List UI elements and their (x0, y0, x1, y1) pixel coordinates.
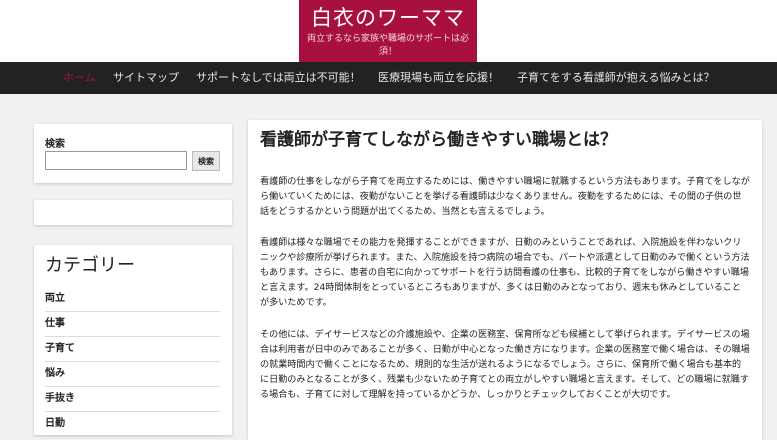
nav-item-home[interactable]: ホーム (63, 62, 96, 94)
article-paragraph: 看護師は様々な職場でその能力を発揮することができますが、日勤のみということであれ… (260, 238, 750, 308)
site-title[interactable]: 白衣のワーママ (299, 0, 477, 30)
category-widget-title: カテゴリー (45, 255, 135, 276)
category-widget: カテゴリー 両立 仕事 子育て 悩み 手抜き 日勤 (34, 245, 232, 437)
category-item[interactable]: 悩み (45, 362, 220, 387)
category-item[interactable]: 手抜き (45, 387, 220, 412)
article-paragraph: 看護師の仕事をしながら子育てを両立するためには、働きやすい職場に就職するという方… (260, 177, 750, 217)
nav-item-worries[interactable]: 子育てをする看護師が抱える悩みとは？ (517, 62, 714, 94)
article-title[interactable]: 看護師が子育てしながら働きやすい職場とは？ (260, 129, 617, 151)
nav-item-support[interactable]: サポートなしでは両立は不可能！ (196, 62, 361, 94)
category-item[interactable]: 子育て (45, 337, 220, 362)
site-header: 白衣のワーママ 両立するなら家族や職場のサポートは必須！ (0, 0, 777, 62)
site-description: 両立するなら家族や職場のサポートは必須！ (307, 34, 470, 57)
search-widget: 検索 検索 (34, 124, 232, 183)
main-navigation: ホーム サイトマップ サポートなしでは両立は不可能！ 医療現場も両立を応援！ 子… (0, 62, 777, 94)
nav-item-sitemap[interactable]: サイトマップ (113, 62, 179, 94)
article-paragraph: その他には、デイサービスなどの介護施設や、企業の医務室、保育所なども候補として挙… (260, 330, 750, 400)
category-item[interactable]: 両立 (45, 287, 220, 312)
search-widget-title: 検索 (45, 139, 65, 150)
nav-item-medical[interactable]: 医療現場も両立を応援！ (378, 62, 499, 94)
category-item[interactable]: 日勤 (45, 412, 220, 437)
empty-widget (34, 200, 232, 225)
search-button[interactable]: 検索 (192, 151, 220, 171)
article: 看護師が子育てしながら働きやすい職場とは？ 看護師の仕事をしながら子育てを両立す… (248, 120, 762, 440)
category-item[interactable]: 仕事 (45, 312, 220, 337)
search-input[interactable] (45, 151, 187, 170)
site-branding[interactable]: 白衣のワーママ 両立するなら家族や職場のサポートは必須！ (299, 0, 477, 62)
